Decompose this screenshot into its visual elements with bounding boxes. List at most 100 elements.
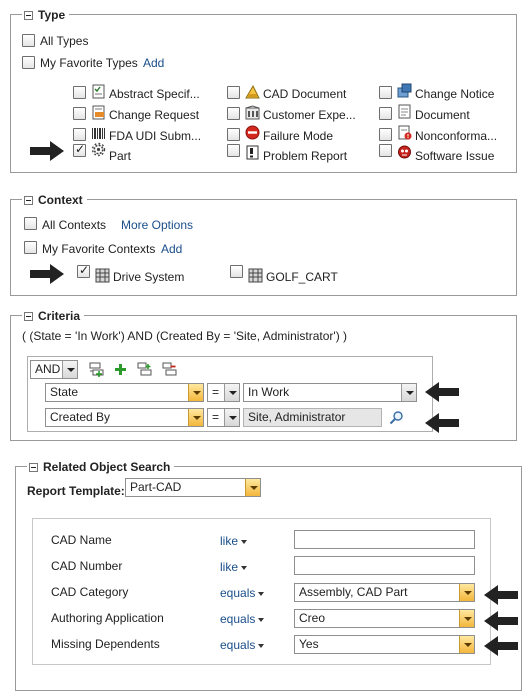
related-row-operator[interactable]: equals xyxy=(220,612,265,626)
type-checkbox[interactable] xyxy=(379,107,392,120)
context-title: Context xyxy=(38,193,83,207)
document-icon xyxy=(398,104,411,119)
authoring-application-select[interactable]: Creo xyxy=(294,609,475,628)
collapse-icon[interactable] xyxy=(24,311,33,321)
logic-operator-value: AND xyxy=(35,362,61,376)
collapse-icon[interactable] xyxy=(24,10,33,20)
type-label: Failure Mode xyxy=(263,129,334,143)
type-checkbox[interactable] xyxy=(73,86,86,99)
type-checkbox[interactable] xyxy=(227,107,240,120)
chevron-down-icon[interactable] xyxy=(224,384,239,401)
type-label: Abstract Specif... xyxy=(109,87,200,101)
collapse-icon[interactable] xyxy=(29,462,38,472)
criteria-operator-select[interactable]: = xyxy=(207,408,240,427)
type-label: Change Request xyxy=(109,108,200,122)
all-types-label: All Types xyxy=(40,34,89,48)
related-row-label: CAD Name xyxy=(51,533,112,547)
type-checkbox[interactable] xyxy=(73,128,86,141)
related-row-operator-text: equals xyxy=(220,586,256,600)
related-row-label: Missing Dependents xyxy=(51,637,160,651)
type-checkbox[interactable] xyxy=(227,144,240,157)
type-checkbox-part[interactable] xyxy=(73,142,86,157)
type-checkbox[interactable] xyxy=(227,128,240,141)
add-condition-icon[interactable] xyxy=(89,362,104,377)
context-label: GOLF_CART xyxy=(266,270,338,284)
add-favorite-context-link[interactable]: Add xyxy=(161,242,182,256)
related-row-operator-text: like xyxy=(220,534,239,548)
all-contexts-checkbox[interactable] xyxy=(24,217,37,230)
criteria-value-select[interactable]: In Work xyxy=(243,383,417,402)
criteria-value-input[interactable]: Site, Administrator xyxy=(243,408,382,427)
all-contexts-label: All Contexts xyxy=(42,218,107,232)
nonconformance-icon xyxy=(398,125,412,140)
caret-down-icon xyxy=(258,617,265,622)
cad-number-input[interactable] xyxy=(294,556,475,575)
related-row-operator-text: like xyxy=(220,560,239,574)
criteria-attribute-select[interactable]: State xyxy=(45,383,204,402)
collapse-icon[interactable] xyxy=(24,195,33,205)
criteria-expression: ( (State = 'In Work') AND (Created By = … xyxy=(22,329,348,343)
type-checkbox[interactable] xyxy=(227,86,240,99)
product-container-icon xyxy=(248,268,263,283)
barcode-icon xyxy=(92,128,105,139)
chevron-down-icon[interactable] xyxy=(188,384,203,401)
type-checkbox[interactable] xyxy=(379,128,392,141)
cad-category-select[interactable]: Assembly, CAD Part xyxy=(294,583,475,602)
related-row-operator[interactable]: like xyxy=(220,534,248,548)
chevron-down-icon[interactable] xyxy=(401,384,416,401)
criteria-attribute-select[interactable]: Created By xyxy=(45,408,204,427)
search-icon[interactable] xyxy=(389,410,404,425)
type-label: Document xyxy=(415,108,470,122)
related-row-operator[interactable]: equals xyxy=(220,638,265,652)
add-icon[interactable] xyxy=(113,362,128,377)
problem-report-icon xyxy=(246,145,259,160)
related-object-legend[interactable]: Related Object Search xyxy=(27,460,175,474)
gear-icon xyxy=(91,142,106,157)
type-checkbox[interactable] xyxy=(379,86,392,99)
part-pointer-arrow-icon xyxy=(30,141,64,161)
related-row-operator[interactable]: like xyxy=(220,560,248,574)
state-pointer-arrow-icon xyxy=(425,382,459,402)
criteria-legend[interactable]: Criteria xyxy=(22,309,85,323)
type-label: Nonconforma... xyxy=(415,129,498,143)
type-legend[interactable]: Type xyxy=(22,8,70,22)
context-checkbox-golf-cart[interactable] xyxy=(230,265,243,278)
chevron-down-icon[interactable] xyxy=(459,636,474,653)
chevron-down-icon[interactable] xyxy=(459,610,474,627)
related-object-title: Related Object Search xyxy=(43,460,171,474)
criteria-operator-select[interactable]: = xyxy=(207,383,240,402)
cad-name-input[interactable] xyxy=(294,530,475,549)
chevron-down-icon[interactable] xyxy=(224,409,239,426)
criteria-attribute-value: Created By xyxy=(50,410,111,424)
type-label: FDA UDI Subm... xyxy=(109,129,202,143)
chevron-down-icon[interactable] xyxy=(62,361,77,378)
product-container-icon xyxy=(95,268,110,283)
type-label: Part xyxy=(109,149,132,163)
report-template-value: Part-CAD xyxy=(130,480,182,494)
chevron-down-icon[interactable] xyxy=(459,584,474,601)
criteria-value-text: In Work xyxy=(248,385,290,399)
missing-dependents-select[interactable]: Yes xyxy=(294,635,475,654)
drive-system-pointer-arrow-icon xyxy=(30,264,64,284)
type-checkbox[interactable] xyxy=(73,107,86,120)
created-by-pointer-arrow-icon xyxy=(425,413,459,433)
add-favorite-type-link[interactable]: Add xyxy=(143,56,164,70)
type-label: Problem Report xyxy=(263,149,348,163)
report-template-select[interactable]: Part-CAD xyxy=(125,478,261,497)
all-types-checkbox[interactable] xyxy=(22,34,35,47)
context-legend[interactable]: Context xyxy=(22,193,87,207)
remove-condition-icon[interactable] xyxy=(162,362,177,377)
chevron-down-icon[interactable] xyxy=(245,479,260,496)
related-row-operator[interactable]: equals xyxy=(220,586,265,600)
chevron-down-icon[interactable] xyxy=(188,409,203,426)
add-group-icon[interactable] xyxy=(137,362,152,377)
my-favorite-contexts-checkbox[interactable] xyxy=(24,241,37,254)
cad-category-value: Assembly, CAD Part xyxy=(299,585,408,599)
report-template-label: Report Template: xyxy=(27,484,125,498)
more-options-link[interactable]: More Options xyxy=(121,218,193,232)
type-checkbox[interactable] xyxy=(379,144,392,157)
authoring-application-pointer-arrow-icon xyxy=(484,611,518,631)
my-favorite-types-checkbox[interactable] xyxy=(22,56,35,69)
logic-operator-select[interactable]: AND xyxy=(30,360,78,379)
context-checkbox-drive-system[interactable] xyxy=(77,263,90,278)
